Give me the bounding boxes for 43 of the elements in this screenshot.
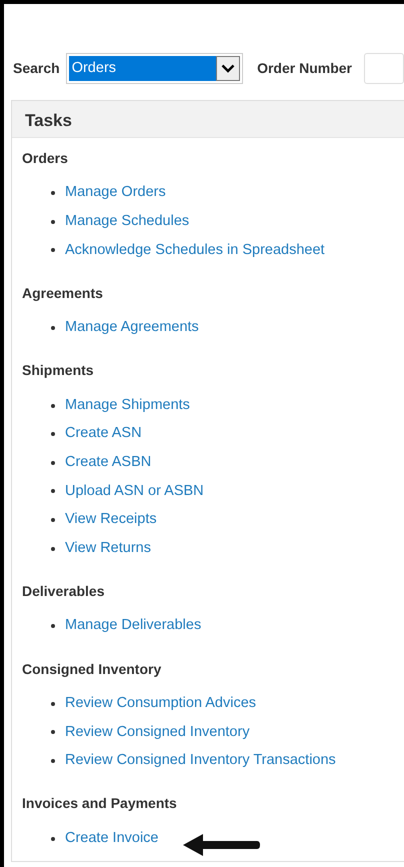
bullet-icon [51,759,55,764]
bullet-icon [51,702,55,706]
bullet-icon [51,489,55,494]
bullet-icon [51,836,55,841]
bullet-icon [51,432,55,436]
task-link[interactable]: Acknowledge Schedules in Spreadsheet [65,240,325,262]
section-heading: Consigned Inventory [22,660,162,677]
bullet-icon [51,326,55,330]
bullet-icon [51,404,55,408]
bullet-icon [51,248,55,252]
section-heading: Invoices and Payments [22,795,177,812]
search-dropdown[interactable]: Orders [66,53,244,84]
bullet-icon [51,730,55,734]
task-link[interactable]: Review Consigned Inventory [65,722,250,744]
task-link[interactable]: Manage Agreements [65,317,199,339]
section-heading: Shipments [22,362,94,378]
order-number-field[interactable] [364,53,404,84]
task-link[interactable]: Manage Schedules [65,211,190,233]
task-link[interactable]: View Returns [65,538,151,560]
bullet-icon [51,546,55,551]
arrow-icon [182,834,260,856]
bullet-icon [51,518,55,522]
task-link[interactable]: Manage Shipments [65,394,190,417]
task-link[interactable]: Upload ASN or ASBN [65,480,204,502]
bullet-icon [51,191,55,196]
task-link[interactable]: Review Consigned Inventory Transactions [65,750,336,772]
chevron-down-icon [221,64,236,73]
section-heading: Deliverables [22,582,104,599]
task-link[interactable]: Manage Deliverables [65,615,202,638]
task-link[interactable]: View Receipts [65,509,157,531]
task-link[interactable]: Manage Orders [65,182,166,204]
order-number-label: Order Number [257,59,352,78]
search-label: Search [13,59,60,78]
section-heading: Orders [22,150,68,166]
panel-title: Tasks [12,101,404,138]
bullet-icon [51,220,55,224]
task-link[interactable]: Create Invoice [65,828,158,850]
task-link[interactable]: Create ASBN [65,452,152,474]
bullet-icon [51,460,55,465]
task-link[interactable]: Review Consumption Advices [65,692,256,715]
task-link[interactable]: Create ASN [65,423,142,446]
section-heading: Agreements [22,284,103,301]
bullet-icon [51,624,55,628]
